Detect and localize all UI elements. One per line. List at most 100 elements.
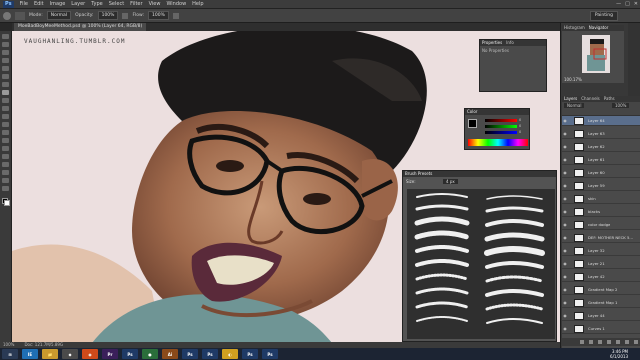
eyedropper-tool-icon[interactable] — [2, 74, 9, 79]
red-slider[interactable] — [485, 119, 517, 122]
taskbar-app-icon[interactable]: ⊞ — [2, 349, 18, 359]
tab-layers[interactable]: Layers — [564, 96, 577, 102]
visibility-eye-icon[interactable]: ◉ — [562, 118, 568, 123]
visibility-eye-icon[interactable]: ◉ — [562, 209, 568, 214]
taskbar-app-icon[interactable]: IE — [22, 349, 38, 359]
brush-size-field[interactable]: 4 px — [443, 179, 458, 184]
visibility-eye-icon[interactable]: ◉ — [562, 313, 568, 318]
brush-size-picker[interactable] — [15, 11, 25, 20]
pressure-opacity-icon[interactable] — [122, 12, 129, 19]
taskbar-app-icon[interactable]: 📁 — [42, 349, 58, 359]
layer-row[interactable]: ◉ Layer 61 — [562, 155, 640, 165]
tab-properties[interactable]: Properties — [482, 40, 502, 46]
visibility-eye-icon[interactable]: ◉ — [562, 196, 568, 201]
tab-histogram[interactable]: Histogram — [564, 25, 585, 31]
menu-help[interactable]: Help — [192, 1, 203, 7]
gradient-tool-icon[interactable] — [2, 122, 9, 127]
trash-icon[interactable] — [634, 340, 638, 344]
menu-file[interactable]: File — [20, 1, 28, 7]
marquee-tool-icon[interactable] — [2, 42, 9, 47]
flow-field[interactable]: 100% — [148, 11, 169, 20]
visibility-eye-icon[interactable]: ◉ — [562, 183, 568, 188]
brush-presets-title[interactable]: Brush Presets — [403, 171, 556, 177]
taskbar-app-icon[interactable]: ◆ — [62, 349, 78, 359]
layer-row[interactable]: ◉ color dodge — [562, 220, 640, 230]
layer-row[interactable]: ◉ blacks — [562, 207, 640, 217]
system-clock[interactable]: 3:46 PM 6/1/2013 — [610, 349, 628, 359]
layer-row[interactable]: ◉ Layer 42 — [562, 272, 640, 282]
taskbar-app-icon[interactable]: ◉ — [82, 349, 98, 359]
red-value[interactable]: 0 — [519, 118, 521, 122]
brush-tool-icon[interactable] — [2, 90, 9, 95]
visibility-eye-icon[interactable]: ◉ — [562, 235, 568, 240]
move-tool-icon[interactable] — [2, 34, 9, 39]
navigator-zoom-value[interactable]: 100.17% — [564, 77, 582, 82]
opacity-field[interactable]: 100% — [97, 11, 119, 20]
taskbar-app-icon[interactable]: Ps — [202, 349, 218, 359]
layer-row[interactable]: ◉ Layer 44 — [562, 311, 640, 321]
taskbar-app-icon[interactable]: Ai — [162, 349, 178, 359]
close-button[interactable]: ✕ — [634, 1, 638, 7]
layer-row[interactable]: ◉ Curves 1 — [562, 324, 640, 334]
navigator-thumbnail[interactable] — [582, 35, 610, 73]
visibility-eye-icon[interactable]: ◉ — [562, 222, 568, 227]
eraser-tool-icon[interactable] — [2, 114, 9, 119]
taskbar-app-icon[interactable]: ● — [142, 349, 158, 359]
layer-row[interactable]: ◉ Layer 64 — [562, 116, 640, 126]
brush-tool-icon[interactable] — [3, 11, 11, 20]
visibility-eye-icon[interactable]: ◉ — [562, 326, 568, 331]
adjustment-icon[interactable] — [607, 340, 611, 344]
visibility-eye-icon[interactable]: ◉ — [562, 274, 568, 279]
menu-type[interactable]: Type — [91, 1, 102, 7]
history-brush-tool-icon[interactable] — [2, 106, 9, 111]
taskbar-app-icon[interactable]: Ps — [182, 349, 198, 359]
tab-info[interactable]: Info — [506, 40, 514, 46]
blur-tool-icon[interactable] — [2, 130, 9, 135]
green-value[interactable]: 0 — [519, 124, 521, 128]
layer-opacity-field[interactable]: 100% — [612, 103, 630, 108]
menu-window[interactable]: Window — [166, 1, 186, 7]
group-icon[interactable] — [616, 340, 620, 344]
tab-paths[interactable]: Paths — [604, 96, 615, 102]
minimize-button[interactable]: — — [616, 1, 621, 7]
link-layers-icon[interactable] — [580, 340, 584, 344]
hand-tool-icon[interactable] — [2, 178, 9, 183]
visibility-eye-icon[interactable]: ◉ — [562, 287, 568, 292]
layer-row[interactable]: ◉ Layer 21 — [562, 259, 640, 269]
brush-preset-list[interactable] — [407, 189, 555, 339]
mask-icon[interactable] — [598, 340, 602, 344]
background-color-swatch[interactable] — [3, 200, 10, 206]
taskbar-app-icon[interactable]: Pr — [102, 349, 118, 359]
layer-row[interactable]: ◉ Layer 32 — [562, 246, 640, 256]
new-layer-icon[interactable] — [625, 340, 629, 344]
green-slider[interactable] — [485, 125, 517, 128]
layer-row[interactable]: ◉ Layer 63 — [562, 129, 640, 139]
dodge-tool-icon[interactable] — [2, 138, 9, 143]
layer-row[interactable]: ◉ DEF: MOTHER NECK 5... — [562, 233, 640, 243]
menu-edit[interactable]: Edit — [34, 1, 44, 7]
visibility-eye-icon[interactable]: ◉ — [562, 144, 568, 149]
layer-row[interactable]: ◉ Layer 59 — [562, 181, 640, 191]
visibility-eye-icon[interactable]: ◉ — [562, 170, 568, 175]
document-tab[interactable]: MoeBadBoyMeeMethod.psd @ 100% (Layer 64,… — [14, 23, 147, 31]
menu-image[interactable]: Image — [50, 1, 66, 7]
menu-layer[interactable]: Layer — [71, 1, 85, 7]
layer-row[interactable]: ◉ Layer 62 — [562, 142, 640, 152]
quick-select-tool-icon[interactable] — [2, 58, 9, 63]
shape-tool-icon[interactable] — [2, 170, 9, 175]
layer-row[interactable]: ◉ Gradient Map 2 — [562, 285, 640, 295]
visibility-eye-icon[interactable]: ◉ — [562, 248, 568, 253]
blue-value[interactable]: 0 — [519, 130, 521, 134]
layer-row[interactable]: ◉ Layer 60 — [562, 168, 640, 178]
taskbar-app-icon[interactable]: ◐ — [222, 349, 238, 359]
tab-channels[interactable]: Channels — [581, 96, 600, 102]
visibility-eye-icon[interactable]: ◉ — [562, 261, 568, 266]
layer-row[interactable]: ◉ Gradient Map 1 — [562, 298, 640, 308]
clone-stamp-tool-icon[interactable] — [2, 98, 9, 103]
mode-select[interactable]: Normal — [46, 11, 72, 20]
zoom-tool-icon[interactable] — [2, 186, 9, 191]
layer-row[interactable]: ◉ skin — [562, 194, 640, 204]
visibility-eye-icon[interactable]: ◉ — [562, 157, 568, 162]
path-select-tool-icon[interactable] — [2, 162, 9, 167]
healing-tool-icon[interactable] — [2, 82, 9, 87]
